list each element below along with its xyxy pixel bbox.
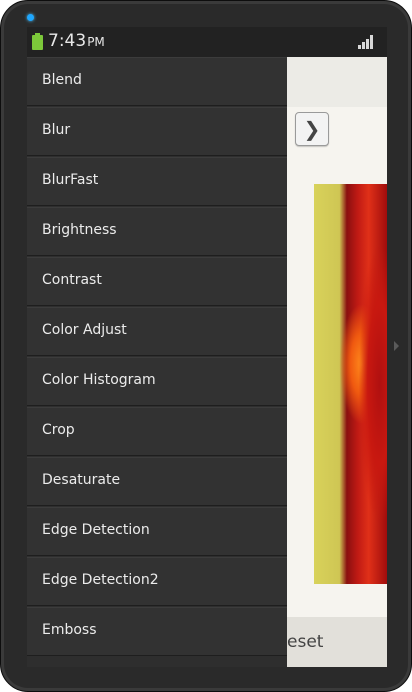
- drawer-item-label: Color Adjust: [42, 322, 127, 338]
- chevron-right-icon: ❯: [303, 117, 321, 141]
- side-arrow-icon: [394, 341, 399, 351]
- next-button[interactable]: ❯: [295, 112, 329, 146]
- drawer-item-label: Crop: [42, 422, 75, 438]
- notification-led: [27, 14, 34, 21]
- reset-button[interactable]: eset: [287, 632, 323, 652]
- status-clock: 7:43PM: [48, 31, 105, 51]
- drawer-item-crop[interactable]: Crop: [27, 407, 287, 456]
- drawer-item-label: Contrast: [42, 272, 102, 288]
- drawer-item-blurfast[interactable]: BlurFast: [27, 157, 287, 206]
- drawer-item-label: Emboss: [42, 622, 97, 638]
- clock-ampm: PM: [87, 35, 105, 49]
- drawer-item-label: Blend: [42, 72, 82, 88]
- clock-time: 7:43: [48, 31, 87, 51]
- status-bar: 7:43PM: [27, 27, 387, 57]
- battery-icon: [32, 33, 43, 50]
- drawer-item-label: Brightness: [42, 222, 117, 238]
- drawer-item-desaturate[interactable]: Desaturate: [27, 457, 287, 506]
- drawer-item-label: Color Histogram: [42, 372, 156, 388]
- content-header: [287, 57, 387, 107]
- drawer-item-color-histogram[interactable]: Color Histogram: [27, 357, 287, 406]
- drawer-item-label: Edge Detection: [42, 522, 150, 538]
- content-footer: eset: [287, 617, 387, 667]
- drawer-item-color-adjust[interactable]: Color Adjust: [27, 307, 287, 356]
- signal-icon: [358, 35, 375, 49]
- screen: 7:43PM ❯ eset Blend Blur BlurFast Bright…: [27, 27, 387, 667]
- drawer-item-label: Desaturate: [42, 472, 121, 488]
- drawer-item-brightness[interactable]: Brightness: [27, 207, 287, 256]
- drawer-item-label: Blur: [42, 122, 71, 138]
- drawer-item-edge-detection2[interactable]: Edge Detection2: [27, 557, 287, 606]
- drawer-item-emboss[interactable]: Emboss: [27, 607, 287, 656]
- device-frame: 7:43PM ❯ eset Blend Blur BlurFast Bright…: [0, 0, 412, 692]
- drawer-item-edge-detection[interactable]: Edge Detection: [27, 507, 287, 556]
- drawer-item-label: BlurFast: [42, 172, 99, 188]
- app-content: ❯ eset: [287, 57, 387, 667]
- drawer-item-label: Edge Detection2: [42, 572, 159, 588]
- filter-drawer: Blend Blur BlurFast Brightness Contrast …: [27, 57, 287, 667]
- preview-image: [314, 184, 387, 584]
- drawer-item-blur[interactable]: Blur: [27, 107, 287, 156]
- drawer-item-contrast[interactable]: Contrast: [27, 257, 287, 306]
- drawer-item-blend[interactable]: Blend: [27, 57, 287, 106]
